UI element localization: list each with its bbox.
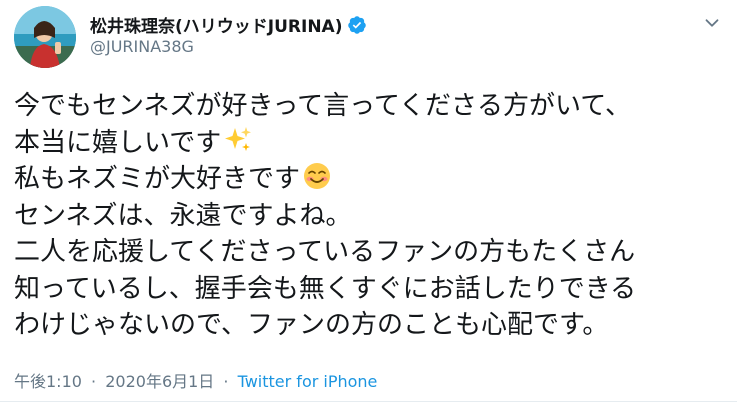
tweet-source-link[interactable]: Twitter for iPhone	[238, 372, 378, 391]
tweet-card: 松井珠理奈(ハリウッドJURINA) @JURINA38G 今でもセンネズが好き…	[0, 0, 737, 402]
tweet-line: 知っているし、握手会も無くすぐにお話したりできる	[14, 273, 637, 304]
author-display-name[interactable]: 松井珠理奈(ハリウッドJURINA)	[90, 12, 342, 37]
tweet-line: センネズは、永遠ですよね。	[14, 200, 352, 231]
avatar-photo-icon	[14, 6, 76, 68]
author-name-row[interactable]: 松井珠理奈(ハリウッドJURINA)	[90, 12, 367, 37]
tweet-meta: 午後1:10 · 2020年6月1日 · Twitter for iPhone	[14, 368, 377, 392]
sparkles-icon	[225, 126, 252, 151]
meta-separator: ·	[91, 372, 97, 391]
tweet-line: 私もネズミが大好きです	[14, 161, 729, 198]
tweet-line: 本当に嬉しいです	[14, 125, 729, 162]
avatar[interactable]	[14, 6, 76, 68]
tweet-line: 今でもセンネズが好きって言ってくださる方がいて、	[14, 91, 631, 121]
tweet-text: 今でもセンネズが好きって言ってくださる方がいて、 本当に嬉しいです 私もネズミが…	[14, 88, 729, 344]
tweet-date[interactable]: 2020年6月1日	[105, 372, 214, 391]
chevron-down-icon[interactable]	[701, 12, 723, 34]
tweet-line: 二人を応援してくださっているファンの方もたくさん	[14, 237, 636, 267]
author-handle[interactable]: @JURINA38G	[90, 37, 194, 56]
tweet-time[interactable]: 午後1:10	[14, 372, 82, 391]
tweet-line: わけじゃないので、ファンの方のことも心配です。	[14, 310, 609, 340]
verified-badge-icon	[348, 15, 367, 34]
smiling-face-icon	[304, 163, 331, 189]
meta-separator: ·	[223, 372, 229, 391]
